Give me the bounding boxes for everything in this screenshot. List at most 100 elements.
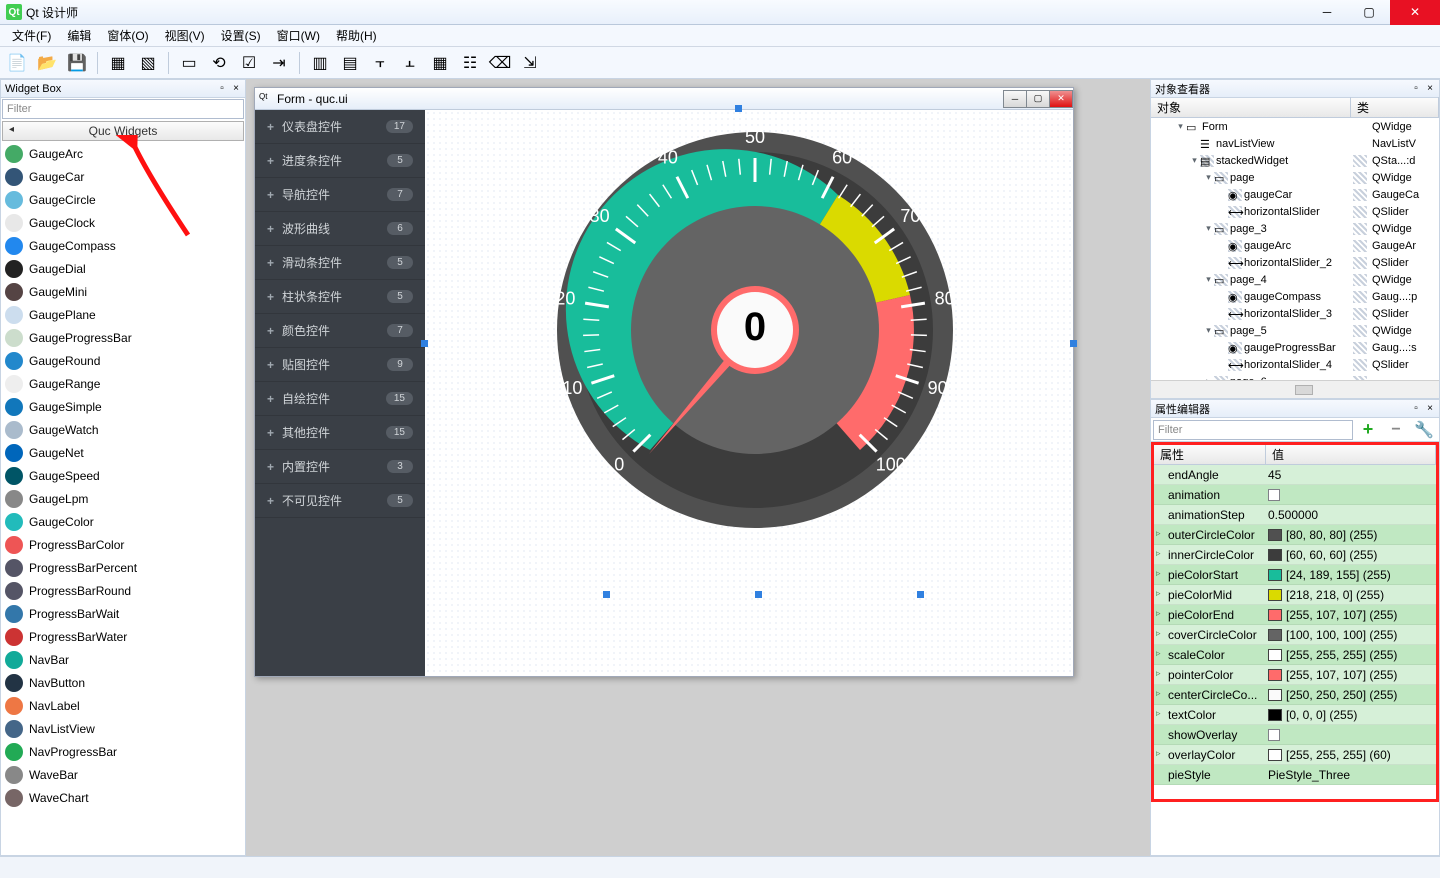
menu-file[interactable]: 文件(F) [4,25,59,46]
undock-icon[interactable]: ▫ [1409,82,1423,96]
config-icon[interactable]: 🔧 [1411,417,1437,443]
widget-item[interactable]: GaugeClock [1,211,245,234]
close-panel-icon[interactable]: × [1423,402,1437,416]
expand-icon[interactable]: ▹ [1156,708,1161,719]
edit-tabs-icon[interactable]: ⇥ [266,50,292,76]
widget-item[interactable]: GaugeWatch [1,418,245,441]
maximize-button[interactable]: ▢ [1348,0,1390,25]
expand-icon[interactable]: ▾ [1203,172,1214,183]
checkbox[interactable] [1268,729,1280,741]
expand-icon[interactable]: ▾ [1189,155,1200,166]
property-row[interactable]: ▹scaleColor[255, 255, 255] (255) [1154,645,1436,665]
widget-item[interactable]: GaugeCompass [1,234,245,257]
widget-item[interactable]: GaugeLpm [1,487,245,510]
property-row[interactable]: ▹outerCircleColor[80, 80, 80] (255) [1154,525,1436,545]
menu-window[interactable]: 窗口(W) [269,25,328,46]
category-item[interactable]: +颜色控件7 [255,314,425,348]
expand-icon[interactable]: ▹ [1156,568,1161,579]
layout-vsplit-icon[interactable]: ⫠ [397,50,423,76]
category-item[interactable]: +导航控件7 [255,178,425,212]
layout-form-icon[interactable]: ☷ [457,50,483,76]
tree-row[interactable]: ◉gaugeCompassGaug...:p [1151,288,1439,305]
tree-row[interactable]: ◉gaugeCarGaugeCa [1151,186,1439,203]
expand-icon[interactable]: ▾ [1203,274,1214,285]
expand-icon[interactable]: ▹ [1156,748,1161,759]
tree-row[interactable]: ☰navListViewNavListV [1151,135,1439,152]
category-item[interactable]: +其他控件15 [255,416,425,450]
widget-item[interactable]: WaveChart [1,786,245,809]
widget-item[interactable]: ProgressBarWait [1,602,245,625]
layout-v-icon[interactable]: ▤ [337,50,363,76]
expand-icon[interactable]: ▹ [1156,688,1161,699]
prop-col-value[interactable]: 值 [1266,444,1436,465]
widget-item[interactable]: GaugeRange [1,372,245,395]
category-item[interactable]: +不可见控件5 [255,484,425,518]
widget-item[interactable]: GaugeSpeed [1,464,245,487]
widget-item[interactable]: GaugeColor [1,510,245,533]
design-canvas[interactable]: 0102030405060708090100 0 [425,110,1073,676]
category-item[interactable]: +进度条控件5 [255,144,425,178]
category-item[interactable]: +波形曲线6 [255,212,425,246]
close-button[interactable]: ✕ [1390,0,1440,25]
widget-item[interactable]: NavLabel [1,694,245,717]
bring-front-icon[interactable]: ▧ [135,50,161,76]
edit-signals-icon[interactable]: ⟲ [206,50,232,76]
inspector-col-object[interactable]: 对象 [1151,97,1351,118]
break-layout-icon[interactable]: ⌫ [487,50,513,76]
menu-view[interactable]: 视图(V) [157,25,213,46]
tree-row[interactable]: ▸▭page_6 [1151,373,1439,380]
property-row[interactable]: pieStylePieStyle_Three [1154,765,1436,785]
tree-row[interactable]: ▾▭page_4QWidge [1151,271,1439,288]
send-back-icon[interactable]: ▦ [105,50,131,76]
edit-widgets-icon[interactable]: ▭ [176,50,202,76]
form-maximize-button[interactable]: ▢ [1026,90,1050,108]
edit-buddies-icon[interactable]: ☑ [236,50,262,76]
widget-item[interactable]: ProgressBarColor [1,533,245,556]
add-property-icon[interactable]: + [1355,417,1381,443]
widget-item[interactable]: GaugeDial [1,257,245,280]
category-item[interactable]: +仪表盘控件17 [255,110,425,144]
adjust-size-icon[interactable]: ⇲ [517,50,543,76]
widget-item[interactable]: GaugeRound [1,349,245,372]
menu-edit[interactable]: 编辑 [59,25,99,46]
category-item[interactable]: +滑动条控件5 [255,246,425,280]
tree-row[interactable]: ▾▭pageQWidge [1151,169,1439,186]
widget-item[interactable]: GaugeMini [1,280,245,303]
expand-icon[interactable]: ▾ [1175,121,1186,132]
property-row[interactable]: ▹innerCircleColor[60, 60, 60] (255) [1154,545,1436,565]
undock-icon[interactable]: ▫ [1409,402,1423,416]
minimize-button[interactable]: ─ [1306,0,1348,25]
layout-hsplit-icon[interactable]: ⫟ [367,50,393,76]
widget-item[interactable]: ProgressBarWater [1,625,245,648]
property-row[interactable]: endAngle45 [1154,465,1436,485]
save-icon[interactable]: 💾 [64,50,90,76]
tree-row[interactable]: ◉gaugeProgressBarGaug...:s [1151,339,1439,356]
widget-group-header[interactable]: Quc Widgets [2,121,244,141]
expand-icon[interactable]: ▹ [1156,648,1161,659]
expand-icon[interactable]: ▹ [1156,588,1161,599]
widget-item[interactable]: NavButton [1,671,245,694]
widget-item[interactable]: GaugePlane [1,303,245,326]
menu-help[interactable]: 帮助(H) [328,25,385,46]
category-item[interactable]: +内置控件3 [255,450,425,484]
tree-row[interactable]: ⟷horizontalSlider_2QSlider [1151,254,1439,271]
tree-row[interactable]: ◉gaugeArcGaugeAr [1151,237,1439,254]
widget-item[interactable]: ProgressBarPercent [1,556,245,579]
layout-h-icon[interactable]: ▥ [307,50,333,76]
expand-icon[interactable]: ▹ [1156,628,1161,639]
widget-item[interactable]: WaveBar [1,763,245,786]
prop-col-name[interactable]: 属性 [1154,444,1266,465]
tree-row[interactable]: ▾▤stackedWidgetQSta...:d [1151,152,1439,169]
property-row[interactable]: ▹pieColorStart[24, 189, 155] (255) [1154,565,1436,585]
widget-item[interactable]: ProgressBarRound [1,579,245,602]
widget-item[interactable]: GaugeCar [1,165,245,188]
inspector-col-class[interactable]: 类 [1351,97,1439,118]
remove-property-icon[interactable]: − [1383,417,1409,443]
gauge-widget[interactable]: 0102030405060708090100 0 [555,130,955,533]
form-minimize-button[interactable]: ─ [1003,90,1027,108]
property-filter-input[interactable]: Filter [1153,420,1353,440]
tree-row[interactable]: ⟷horizontalSlider_4QSlider [1151,356,1439,373]
property-row[interactable]: ▹pieColorEnd[255, 107, 107] (255) [1154,605,1436,625]
expand-icon[interactable]: ▾ [1203,325,1214,336]
widget-item[interactable]: GaugeCircle [1,188,245,211]
